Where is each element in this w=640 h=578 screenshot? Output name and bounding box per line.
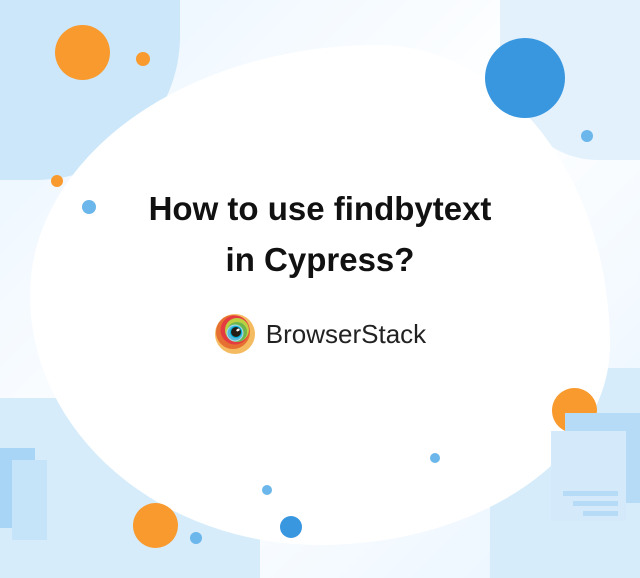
headline: How to use findbytext in Cypress? xyxy=(149,183,492,285)
headline-line-2: in Cypress? xyxy=(226,241,415,278)
brand-logo: BrowserStack xyxy=(214,313,426,355)
brand-name: BrowserStack xyxy=(266,319,426,350)
browserstack-icon xyxy=(214,313,256,355)
headline-line-1: How to use findbytext xyxy=(149,190,492,227)
